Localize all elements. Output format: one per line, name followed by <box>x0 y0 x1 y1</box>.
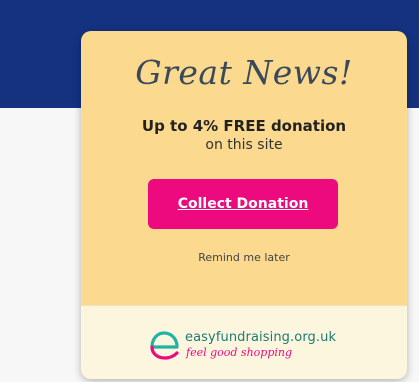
donation-offer-subtext: on this site <box>205 137 283 153</box>
popup-footer: easyfundraising.org.uk feel good shoppin… <box>81 305 407 379</box>
easyfundraising-e-icon <box>150 331 179 360</box>
remind-me-later-link[interactable]: Remind me later <box>81 251 407 264</box>
donation-popup: Great News! Up to 4% FREE donation on th… <box>81 31 407 379</box>
popup-headline: Great News! <box>135 53 353 92</box>
brand-name: easyfundraising.org.uk <box>185 330 337 345</box>
brand-tagline: feel good shopping <box>186 346 293 359</box>
easyfundraising-logo: easyfundraising.org.uk feel good shoppin… <box>147 328 347 362</box>
donation-offer-text: Up to 4% FREE donation <box>141 117 347 135</box>
browser-page: Great News! Up to 4% FREE donation on th… <box>0 0 419 382</box>
collect-donation-button[interactable]: Collect Donation <box>148 179 338 229</box>
